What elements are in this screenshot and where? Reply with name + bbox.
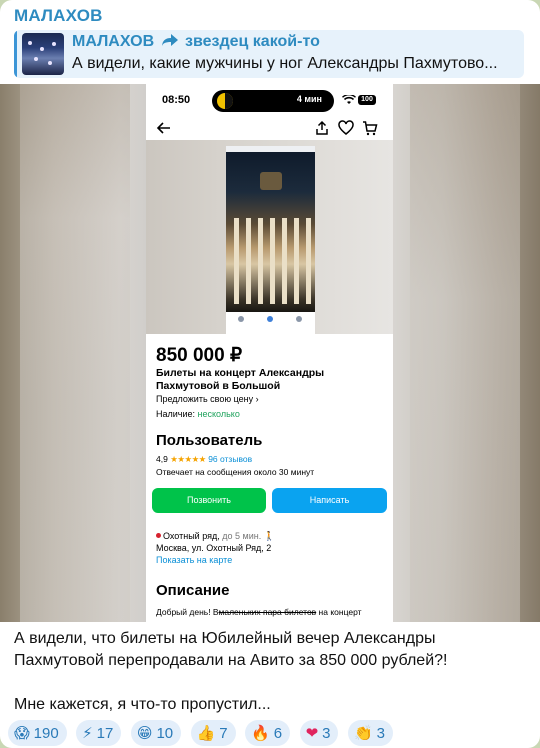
rating-stars-icon: ★★★★★ [170, 454, 206, 464]
status-time: 08:50 [162, 94, 191, 106]
call-button[interactable]: Позвонить [152, 488, 266, 513]
reaction-count: 7 [219, 725, 228, 742]
offer-price-label: Предложить свою цену [156, 394, 254, 404]
listing-photo[interactable] [146, 140, 393, 334]
description-start: Добрый день! В [156, 607, 219, 617]
dynamic-island: 4 мин [212, 90, 334, 112]
screenshot-media[interactable]: 08:50 4 мин 100 850 000 ₽ Билеты на конц… [0, 84, 540, 622]
phone-screenshot: 08:50 4 мин 100 850 000 ₽ Билеты на конц… [146, 84, 393, 622]
write-button[interactable]: Написать [272, 488, 387, 513]
reactions-bar: 😱 190 ⚡ 17 😁 10 👍 7 🔥 6 ❤ 3 👏 3 [8, 720, 398, 746]
heart-icon[interactable] [338, 120, 354, 136]
reaction-heart[interactable]: ❤ 3 [299, 720, 339, 746]
chevron-right-icon: › [255, 394, 259, 404]
message-bubble: МАЛАХОВ МАЛАХОВ звездец какой-то А видел… [0, 0, 540, 748]
description-text: Добрый день! Вмаленьких пара билетов на … [156, 607, 362, 617]
metro-time: до 5 мин. [222, 531, 262, 541]
cart-icon[interactable] [362, 120, 378, 136]
reply-title: МАЛАХОВ звездец какой-то [72, 33, 320, 51]
show-on-map-link[interactable]: Показать на карте [156, 555, 232, 565]
description-struck: маленьких пара билетов [218, 607, 317, 617]
heart-emoji-icon: ❤ [305, 724, 319, 742]
reaction-count: 3 [376, 725, 385, 742]
reply-accent-bar [14, 30, 17, 78]
reaction-thumbs-up[interactable]: 👍 7 [190, 720, 236, 746]
scream-emoji-icon: 😱 [14, 724, 30, 742]
forward-arrow-icon [161, 34, 178, 46]
reaction-count: 190 [33, 725, 59, 742]
stock-label: Наличие: [156, 409, 196, 419]
forwarded-reply-preview[interactable]: МАЛАХОВ звездец какой-то А видели, какие… [14, 30, 524, 78]
caption-line-1: А видели, что билеты на Юбилейный вечер … [14, 630, 448, 669]
caption-line-2: Мне кажется, я что-то пропустил... [14, 696, 271, 713]
description-heading: Описание [156, 582, 230, 599]
reply-topic: звездец какой-то [185, 33, 320, 50]
seller-rating: 4,9 ★★★★★ 96 отзывов [156, 454, 252, 465]
channel-name[interactable]: МАЛАХОВ [14, 6, 103, 26]
back-arrow-icon[interactable] [156, 120, 172, 136]
reaction-count: 6 [273, 725, 283, 742]
fire-emoji-icon: 🔥 [251, 724, 270, 742]
reaction-clap[interactable]: 👏 3 [347, 720, 393, 746]
island-text: 4 мин [296, 94, 322, 104]
reviews-link[interactable]: 96 отзывов [208, 454, 252, 464]
seller-name[interactable]: Пользователь [156, 432, 262, 449]
listing-price: 850 000 ₽ [156, 345, 243, 366]
reaction-scream[interactable]: 😱 190 [8, 720, 67, 746]
address: Москва, ул. Охотный Ряд, 2 [156, 543, 272, 553]
response-time: Отвечает на сообщения около 30 минут [156, 467, 315, 477]
listing-title: Билеты на концерт Александры Пахмутовой … [156, 367, 325, 392]
wifi-icon [342, 95, 356, 104]
navigator-icon [217, 93, 233, 109]
reply-source-name: МАЛАХОВ [72, 33, 155, 50]
phone-status-bar: 08:50 4 мин 100 [146, 84, 393, 118]
stock-value: несколько [197, 409, 240, 419]
message-caption: А видели, что билеты на Юбилейный вечер … [14, 628, 526, 716]
reply-text: А видели, какие мужчины у ног Александры… [72, 55, 498, 72]
battery-icon: 100 [358, 95, 376, 105]
rating-value: 4,9 [156, 454, 168, 464]
bolshoi-theatre-image [226, 146, 315, 334]
metro-station: Охотный ряд, до 5 мин. 🚶 [156, 531, 275, 542]
stock-info: Наличие: несколько [156, 409, 240, 419]
metro-name: Охотный ряд, [163, 531, 220, 541]
listing-toolbar [146, 118, 393, 140]
thumbs-up-emoji-icon: 👍 [196, 724, 216, 742]
blurred-background-right [410, 84, 520, 622]
clap-emoji-icon: 👏 [353, 724, 373, 742]
blurred-background-left [20, 84, 130, 622]
reaction-count: 17 [96, 725, 114, 742]
offer-price-link[interactable]: Предложить свою цену › [156, 394, 259, 404]
lightning-emoji-icon: ⚡ [82, 724, 93, 742]
theatre-facade [226, 152, 315, 312]
reaction-grin[interactable]: 😁 10 [130, 720, 182, 746]
quadriga-sculpture [260, 172, 282, 190]
grin-emoji-icon: 😁 [136, 724, 153, 742]
reply-thumbnail [22, 33, 64, 75]
reaction-count: 10 [156, 725, 174, 742]
photo-inner-navbar [226, 312, 315, 334]
description-end: на концерт [316, 607, 362, 617]
walking-icon: 🚶 [263, 531, 275, 541]
reaction-fire[interactable]: 🔥 6 [245, 720, 291, 746]
metro-icon [156, 533, 161, 538]
reaction-lightning[interactable]: ⚡ 17 [76, 720, 122, 746]
share-icon[interactable] [314, 120, 330, 136]
reaction-count: 3 [322, 725, 331, 742]
